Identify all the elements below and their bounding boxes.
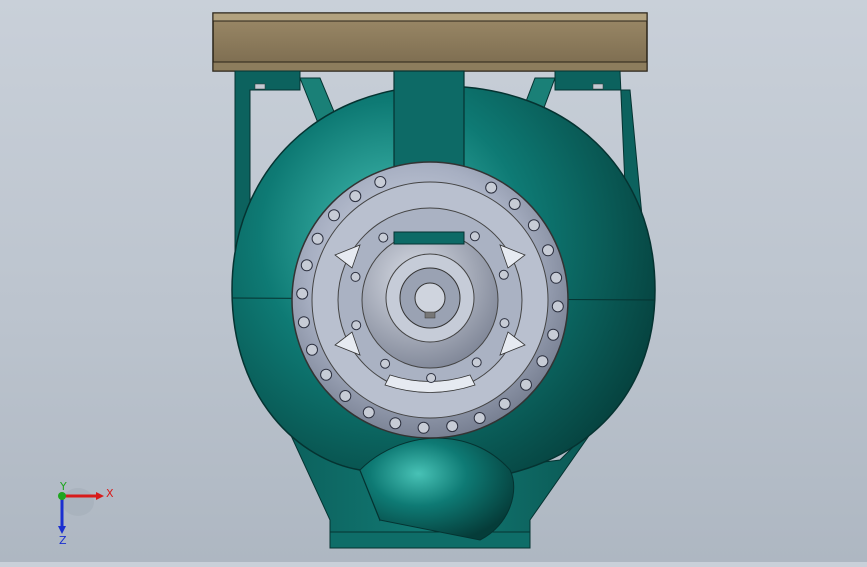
base-plate [212,12,648,72]
flange-bolt [520,378,532,391]
flange-bolt [328,209,340,222]
flange-bolt [296,287,309,300]
flange-bolt [349,190,362,203]
flange-bolt [362,406,375,419]
flange-bolt [473,412,486,424]
flange-bolt [297,316,310,329]
flange-bolt [446,420,459,433]
flange-bolt [389,417,402,430]
flange-bolt [498,269,509,280]
x-arrowhead [96,492,104,500]
flange-bolt [417,421,430,434]
flange-bolt [350,271,361,282]
z-arrowhead [58,526,66,534]
flange-bolt [485,181,498,194]
flange-bolt [339,390,352,402]
view-triad: X Y Z [58,480,114,547]
flange-bolt [311,232,324,245]
flange-bolt [426,373,437,383]
flange-bolt [351,320,362,331]
flange-bolt [306,343,318,356]
flange-bolt [551,300,564,313]
flange-bolt [300,259,313,272]
y-axis-dot [58,492,66,500]
flange-bolt [374,176,387,188]
flange-bolt [469,231,480,242]
flange-bolt [498,397,511,410]
z-axis-label: Z [59,534,67,547]
flange-bolt [527,219,540,232]
flange-bolt [542,244,554,257]
flange-bolt [508,198,521,210]
flange-bolt [378,232,389,243]
flange-bolt [471,357,482,368]
y-axis-label: Y [59,480,67,493]
flange-bolt [536,355,549,368]
flange-bolt [320,368,333,381]
flange-bolt [380,358,391,369]
pump-flange [291,161,569,439]
cad-viewport[interactable]: X Y Z [0,0,867,562]
x-axis-label: X [106,487,114,500]
flange-bolt [550,271,563,284]
flange-bolt [499,318,510,329]
flange-bolt [547,328,560,341]
pump-model[interactable]: X Y Z [0,0,867,562]
